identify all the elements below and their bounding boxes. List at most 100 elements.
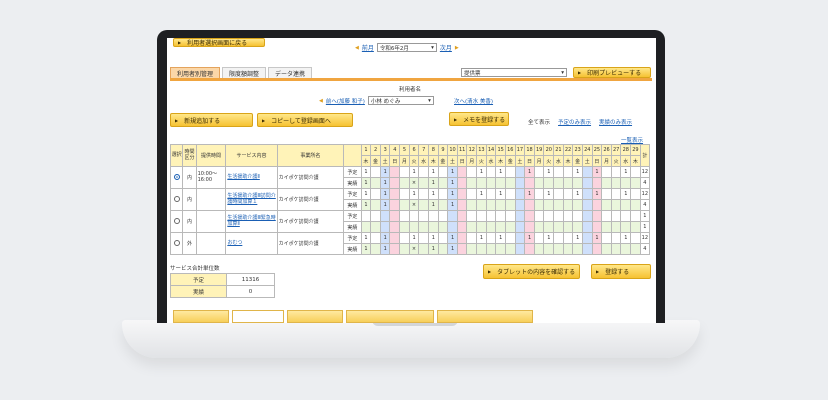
plan-day-cell[interactable]: 1 [476,166,487,178]
check-tablet-button[interactable]: ▶ タブレットの内容を確認する [483,264,580,279]
plan-day-cell[interactable] [476,210,487,222]
actual-day-cell[interactable] [370,199,381,211]
plan-day-cell[interactable] [456,188,468,200]
actual-day-cell[interactable] [495,221,506,233]
plan-day-cell[interactable] [447,210,458,222]
actual-day-cell[interactable] [543,243,555,255]
plan-day-cell[interactable]: 1 [476,232,487,244]
actual-day-cell[interactable] [485,199,497,211]
actual-day-cell[interactable] [524,199,535,211]
actual-day-cell[interactable] [533,177,545,189]
prev-month-link[interactable]: 前月 [362,43,374,52]
plan-day-cell[interactable] [389,232,401,244]
plan-day-cell[interactable]: 1 [447,166,458,178]
actual-day-cell[interactable] [562,243,574,255]
plan-day-cell[interactable] [418,210,429,222]
actual-day-cell[interactable] [533,221,545,233]
actual-day-cell[interactable] [572,221,583,233]
plan-day-cell[interactable] [514,232,526,244]
next-user-link[interactable]: 次へ(清水 美香) [454,97,493,105]
plan-day-cell[interactable] [399,210,410,222]
service-content-link[interactable]: 生活援助介護Ⅲ訪問介護時間加算１ [227,193,275,205]
actual-day-cell[interactable] [562,199,574,211]
service-content-link[interactable]: 生活援助介護Ⅱ [227,174,259,180]
plan-day-cell[interactable] [418,166,429,178]
plan-day-cell[interactable] [553,188,564,200]
actual-day-cell[interactable] [504,199,516,211]
plan-day-cell[interactable] [524,210,535,222]
actual-day-cell[interactable] [553,177,564,189]
actual-day-cell[interactable] [418,221,429,233]
plan-day-cell[interactable] [562,210,574,222]
plan-day-cell[interactable] [456,210,468,222]
show-actual-only-link[interactable]: 実績のみ表示 [599,118,632,126]
actual-day-cell[interactable] [543,199,555,211]
actual-day-cell[interactable] [553,243,564,255]
actual-day-cell[interactable] [399,221,410,233]
plan-day-cell[interactable]: 1 [408,188,420,200]
actual-day-cell[interactable] [630,177,641,189]
actual-day-cell[interactable] [370,221,381,233]
actual-day-cell[interactable] [466,177,478,189]
actual-day-cell[interactable] [620,221,632,233]
plan-day-cell[interactable] [437,210,449,222]
actual-day-cell[interactable] [399,199,410,211]
plan-day-cell[interactable] [610,210,622,222]
plan-day-cell[interactable] [630,188,641,200]
row-select-radio[interactable] [173,174,180,181]
actual-day-cell[interactable] [495,243,506,255]
actual-day-cell[interactable] [524,243,535,255]
actual-day-cell[interactable]: × [408,177,420,189]
plan-day-cell[interactable]: 1 [543,232,555,244]
plan-day-cell[interactable] [485,210,497,222]
actual-day-cell[interactable] [437,221,449,233]
plan-day-cell[interactable] [418,232,429,244]
actual-day-cell[interactable]: 1 [379,199,391,211]
actual-day-cell[interactable] [389,199,401,211]
actual-day-cell[interactable] [581,199,593,211]
plan-day-cell[interactable]: 1 [572,232,583,244]
row-select-radio[interactable] [173,196,180,203]
list-view-link[interactable]: 一覧表示 [621,136,643,144]
plan-day-cell[interactable] [630,166,641,178]
plan-day-cell[interactable]: 1 [543,166,555,178]
plan-day-cell[interactable] [610,166,622,178]
actual-day-cell[interactable] [418,177,429,189]
actual-day-cell[interactable] [485,177,497,189]
plan-day-cell[interactable] [533,166,545,178]
plan-day-cell[interactable] [370,232,381,244]
plan-day-cell[interactable]: 1 [360,188,372,200]
bottom-strip-button[interactable] [287,310,343,323]
actual-day-cell[interactable] [572,199,583,211]
actual-day-cell[interactable] [630,243,641,255]
actual-day-cell[interactable] [504,221,516,233]
actual-day-cell[interactable] [620,177,632,189]
actual-day-cell[interactable] [543,177,555,189]
actual-day-cell[interactable] [437,177,449,189]
actual-day-cell[interactable] [524,221,535,233]
plan-day-cell[interactable]: 1 [591,232,603,244]
actual-day-cell[interactable] [437,243,449,255]
plan-day-cell[interactable] [504,188,516,200]
plan-day-cell[interactable]: 1 [620,166,632,178]
actual-day-cell[interactable]: 1 [447,177,458,189]
plan-day-cell[interactable] [399,232,410,244]
actual-day-cell[interactable] [543,221,555,233]
plan-day-cell[interactable]: 1 [524,188,535,200]
plan-day-cell[interactable] [581,166,593,178]
actual-day-cell[interactable]: 1 [427,243,439,255]
plan-day-cell[interactable]: 1 [476,188,487,200]
actual-day-cell[interactable]: 1 [379,243,391,255]
plan-day-cell[interactable] [437,232,449,244]
actual-day-cell[interactable] [514,177,526,189]
actual-day-cell[interactable] [591,177,603,189]
actual-day-cell[interactable] [447,221,458,233]
actual-day-cell[interactable] [466,199,478,211]
plan-day-cell[interactable]: 1 [591,188,603,200]
actual-day-cell[interactable] [533,199,545,211]
actual-day-cell[interactable] [620,199,632,211]
plan-day-cell[interactable]: 1 [447,232,458,244]
user-select[interactable]: 小林 めぐみ ▾ [367,96,434,105]
plan-day-cell[interactable]: 1 [408,232,420,244]
plan-day-cell[interactable]: 1 [620,188,632,200]
